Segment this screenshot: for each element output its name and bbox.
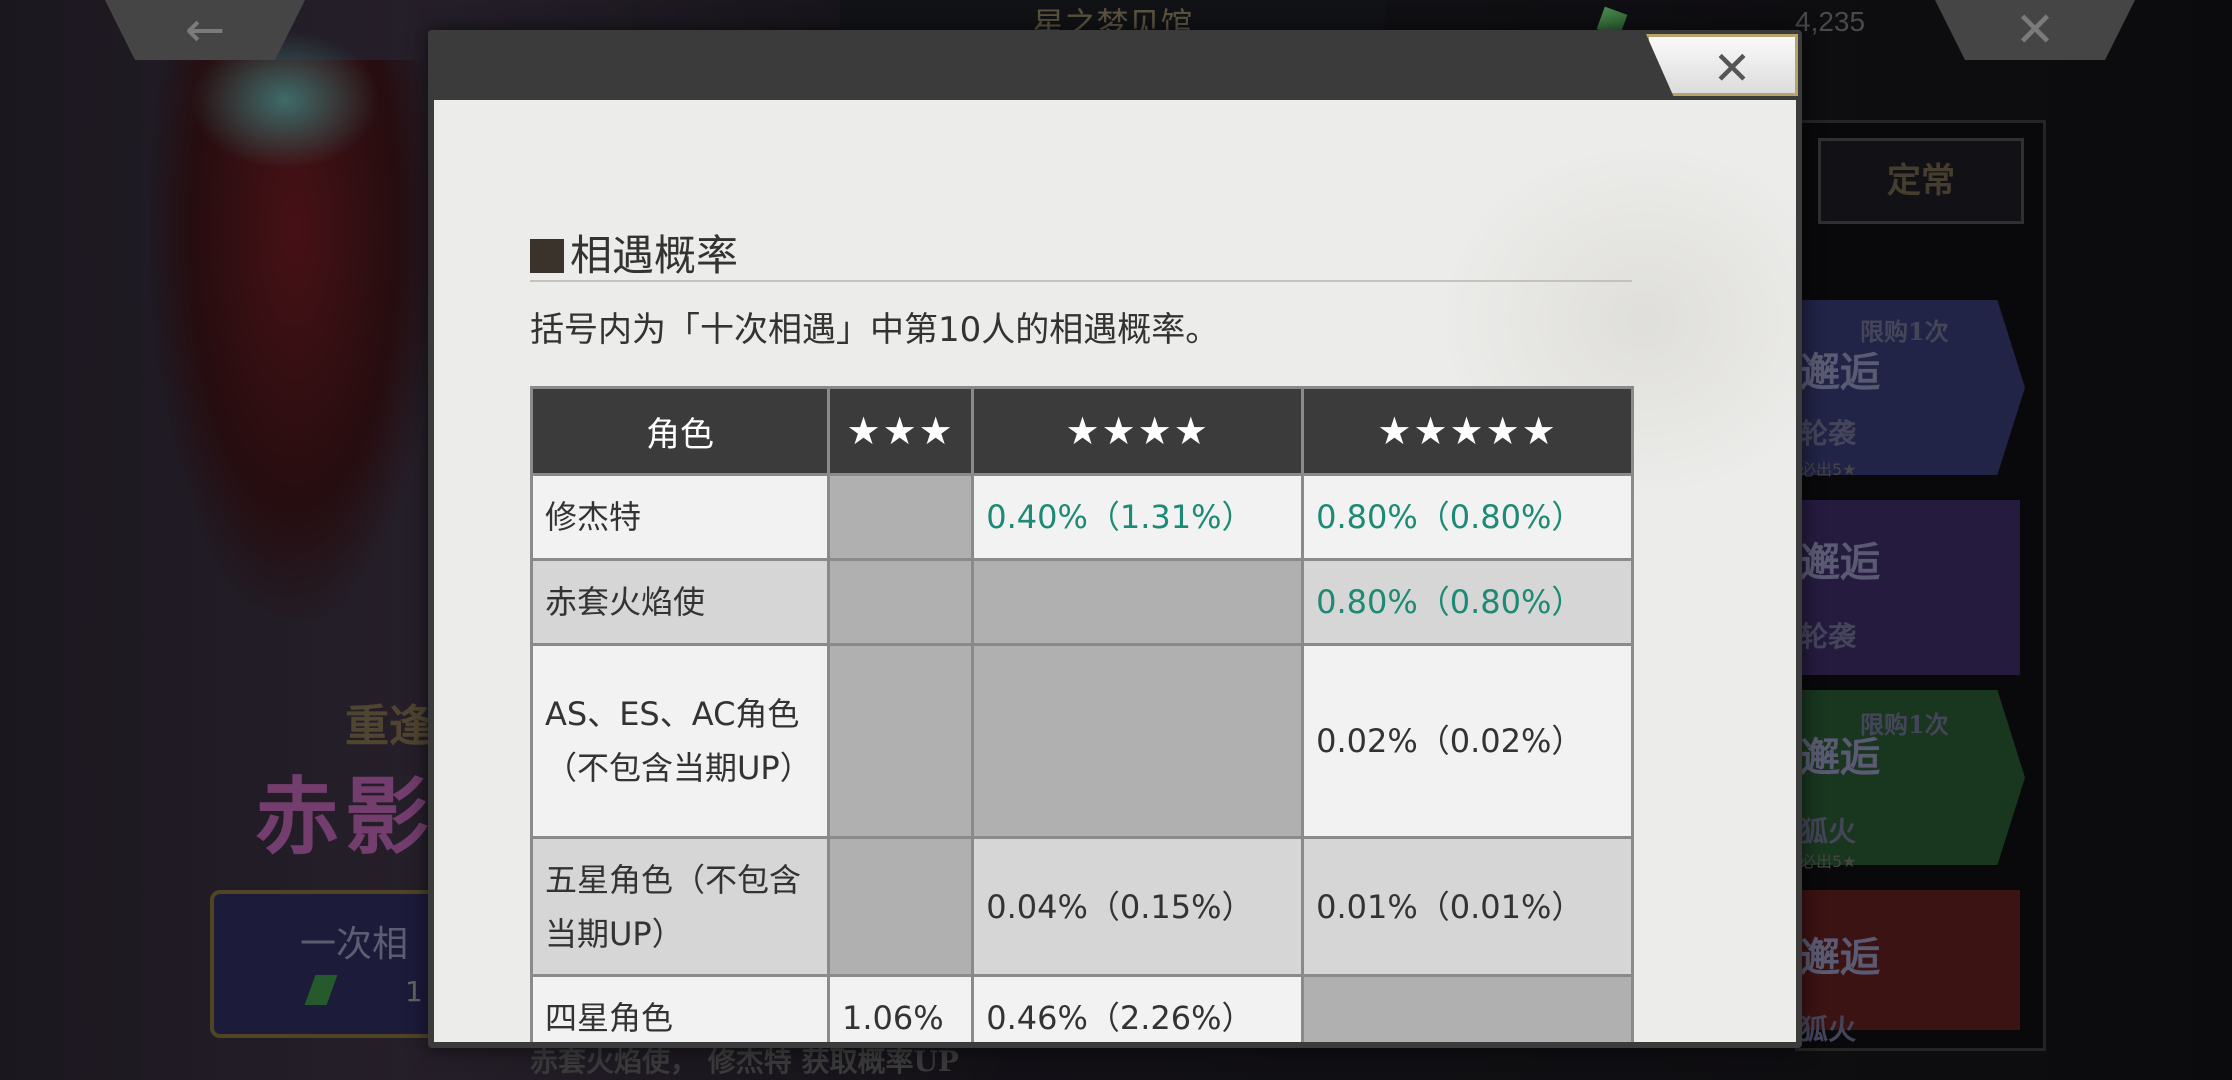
square-bullet-icon [530,239,564,273]
rate-5-star: 0.80%（0.80%） [1301,473,1634,561]
character-name: AS、ES、AC角色（不包含当期UP） [530,643,830,839]
probability-dialog: ✕ 相遇概率 括号内为「十次相遇」中第10人的相遇概率。 角色 ★★★ ★★★★… [428,30,1802,1048]
rate-3-star [826,558,975,646]
table-row: 赤套火焰使 0.80%（0.80%） [530,558,1634,646]
dialog-body: 相遇概率 括号内为「十次相遇」中第10人的相遇概率。 角色 ★★★ ★★★★ ★… [434,100,1796,1042]
rate-3-star [826,643,975,839]
rate-5-star [1301,974,1634,1042]
table-row: 四星角色 1.06% 0.46%（2.26%） [530,974,1634,1042]
section-heading-text: 相遇概率 [570,231,739,280]
header-character: 角色 [530,386,830,476]
header-4-star: ★★★★ [971,386,1305,476]
table-header-row: 角色 ★★★ ★★★★ ★★★★★ [530,386,1634,476]
character-name: 赤套火焰使 [530,558,830,646]
probability-note: 括号内为「十次相遇」中第10人的相遇概率。 [530,310,1220,350]
rate-4-star: 0.40%（1.31%） [971,473,1305,561]
rate-5-star: 0.80%（0.80%） [1301,558,1634,646]
character-name: 四星角色 [530,974,830,1042]
rate-3-star: 1.06% [826,974,975,1042]
table-row: 五星角色（不包含当期UP） 0.04%（0.15%） 0.01%（0.01%） [530,836,1634,977]
probability-table: 角色 ★★★ ★★★★ ★★★★★ 修杰特 0.40%（1.31%） 0.80%… [530,386,1634,1042]
header-5-star: ★★★★★ [1301,386,1634,476]
rate-4-star: 0.46%（2.26%） [971,974,1305,1042]
rate-4-star [971,643,1305,839]
rate-3-star [826,836,975,977]
section-heading: 相遇概率 [530,222,738,283]
table-row: 修杰特 0.40%（1.31%） 0.80%（0.80%） [530,473,1634,561]
character-name: 修杰特 [530,473,830,561]
rate-5-star: 0.02%（0.02%） [1301,643,1634,839]
rate-3-star [826,473,975,561]
divider [530,280,1632,282]
character-name: 五星角色（不包含当期UP） [530,836,830,977]
header-3-star: ★★★ [826,386,975,476]
rate-5-star: 0.01%（0.01%） [1301,836,1634,977]
close-icon[interactable]: ✕ [1646,34,1798,96]
table-row: AS、ES、AC角色（不包含当期UP） 0.02%（0.02%） [530,643,1634,839]
rate-4-star [971,558,1305,646]
rate-4-star: 0.04%（0.15%） [971,836,1305,977]
